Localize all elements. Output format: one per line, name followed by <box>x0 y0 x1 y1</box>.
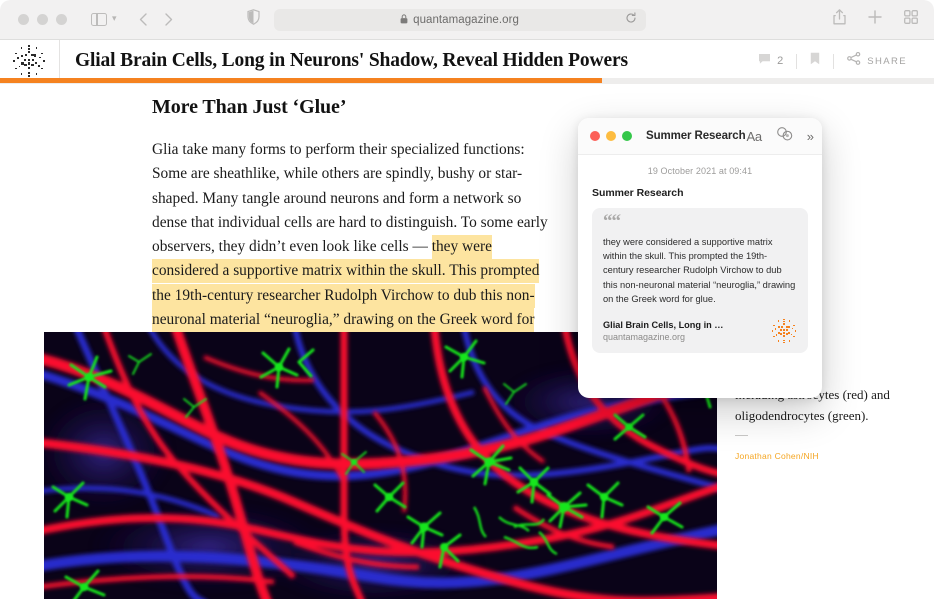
article-paragraph: Glia take many forms to perform their sp… <box>152 138 560 357</box>
page-title: Glial Brain Cells, Long in Neurons' Shad… <box>75 50 628 72</box>
privacy-shield-icon[interactable] <box>247 9 260 30</box>
new-tab-icon[interactable] <box>868 10 882 29</box>
notes-close-button[interactable] <box>590 131 600 141</box>
address-bar[interactable]: quantamagazine.org <box>274 9 646 31</box>
sidebar-icon <box>91 13 107 26</box>
note-citation-url: quantamagazine.org <box>603 332 765 342</box>
bookmark-icon <box>810 52 820 70</box>
close-button[interactable] <box>18 14 29 25</box>
back-button[interactable] <box>139 13 147 26</box>
chevron-down-icon: ▾ <box>112 14 117 23</box>
notes-popup-window[interactable]: Summer Research Aa » 19 October 2021 at … <box>578 118 822 398</box>
figure-credit: Jonathan Cohen/NIH <box>735 451 915 461</box>
comments-count: 2 <box>777 55 783 67</box>
note-citation[interactable]: Glial Brain Cells, Long in … quantamagaz… <box>603 318 797 344</box>
share-label: SHARE <box>867 56 907 67</box>
minimize-button[interactable] <box>37 14 48 25</box>
note-heading: Summer Research <box>592 187 808 199</box>
toolbar-right-actions <box>833 9 918 30</box>
share-people-icon[interactable] <box>776 127 793 146</box>
site-header: Glial Brain Cells, Long in Neurons' Shad… <box>0 40 934 82</box>
caption-rule <box>735 435 748 436</box>
notes-body: 19 October 2021 at 09:41 Summer Research… <box>578 155 822 353</box>
notes-titlebar: Summer Research Aa » <box>578 118 822 155</box>
quanta-favicon <box>771 318 797 344</box>
quanta-magazine-logo[interactable] <box>12 44 46 78</box>
note-quote-card[interactable]: ““ they were considered a supportive mat… <box>592 208 808 353</box>
lock-icon <box>400 11 408 29</box>
format-text-icon[interactable]: Aa <box>746 129 761 144</box>
browser-toolbar: ▾ <box>0 0 934 40</box>
browser-window: ▾ <box>0 0 934 599</box>
share-icon[interactable] <box>833 9 846 30</box>
section-heading: More Than Just ‘Glue’ <box>152 96 346 119</box>
bookmark-button[interactable] <box>797 52 833 70</box>
tab-grid-icon[interactable] <box>904 10 918 29</box>
header-divider <box>59 40 60 82</box>
forward-button[interactable] <box>165 13 173 26</box>
navigation-arrows <box>139 13 173 26</box>
zoom-button[interactable] <box>56 14 67 25</box>
address-bar-url: quantamagazine.org <box>413 14 519 26</box>
notes-traffic-lights <box>590 131 632 141</box>
note-citation-title: Glial Brain Cells, Long in … <box>603 320 765 330</box>
window-traffic-lights <box>18 14 67 25</box>
share-button[interactable]: SHARE <box>834 52 920 70</box>
notes-zoom-button[interactable] <box>622 131 632 141</box>
share-icon <box>847 52 861 70</box>
note-quote-text: they were considered a supportive matrix… <box>603 235 797 306</box>
notes-minimize-button[interactable] <box>606 131 616 141</box>
notes-toolbar-icons: Aa » <box>746 127 812 146</box>
note-date: 19 October 2021 at 09:41 <box>592 166 808 176</box>
notes-window-title: Summer Research <box>646 130 746 142</box>
expand-chevrons-icon[interactable]: » <box>807 129 812 144</box>
reload-icon[interactable] <box>625 11 637 29</box>
note-citation-text: Glial Brain Cells, Long in … quantamagaz… <box>603 320 765 343</box>
sidebar-toggle-button[interactable]: ▾ <box>91 13 117 26</box>
address-bar-content: quantamagazine.org <box>400 11 519 29</box>
quote-mark-icon: ““ <box>603 218 797 225</box>
comments-button[interactable]: 2 <box>745 52 796 70</box>
comment-bubble-icon <box>758 52 771 70</box>
header-actions: 2 SHA <box>745 52 920 70</box>
